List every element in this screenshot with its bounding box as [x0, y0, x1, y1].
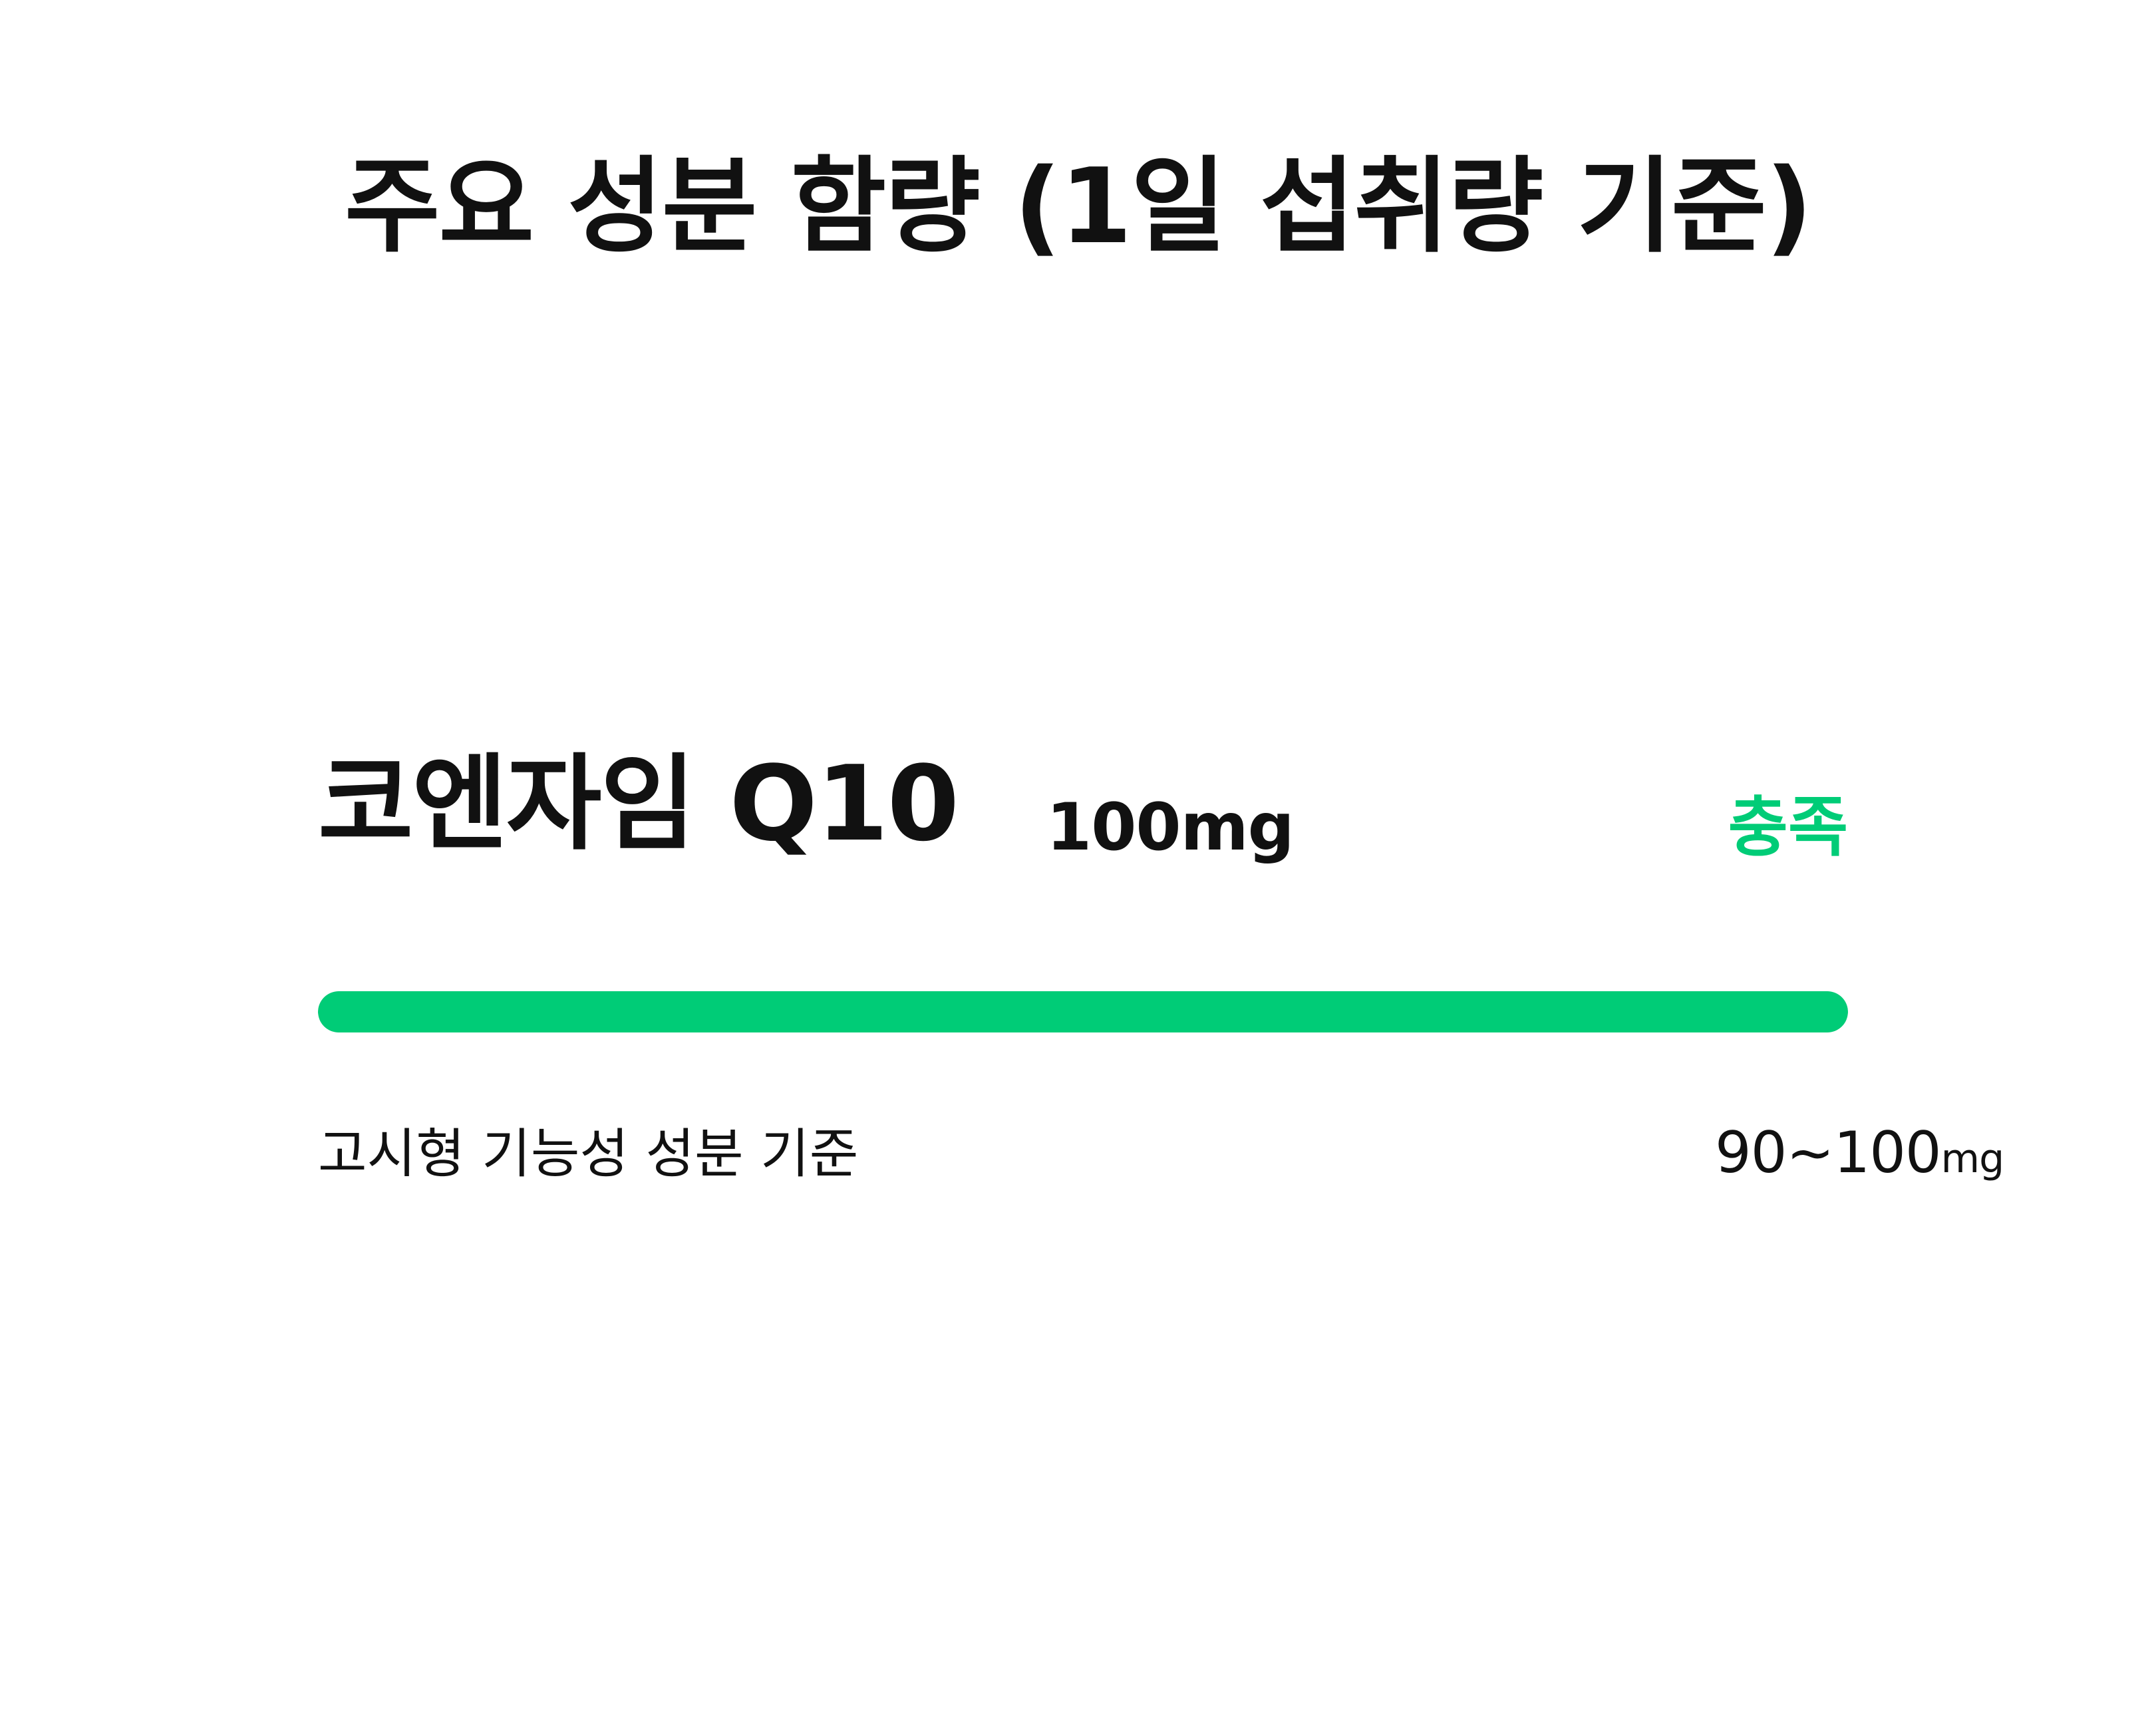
- standard-label: 고시형 기능성 성분 기준: [318, 1123, 859, 1185]
- content-progress-bar: [318, 991, 1848, 1032]
- status-label: 충족: [1728, 790, 1848, 865]
- ingredient-card: 코엔자임 Q10 100mg 충족 고시형 기능성 성분 기준 90~100mg: [318, 743, 2004, 1191]
- page-title: 주요 성분 함량 (1일 섭취량 기준): [345, 146, 1813, 267]
- standard-range-unit: mg: [1940, 1136, 2005, 1182]
- ingredient-name: 코엔자임 Q10: [318, 743, 959, 864]
- standard-range-value: 90~100: [1715, 1120, 1942, 1186]
- standard-range: 90~100mg: [1715, 1124, 2004, 1181]
- content-progress-fill: [318, 991, 1848, 1032]
- ingredient-amount: 100mg: [1046, 790, 1295, 865]
